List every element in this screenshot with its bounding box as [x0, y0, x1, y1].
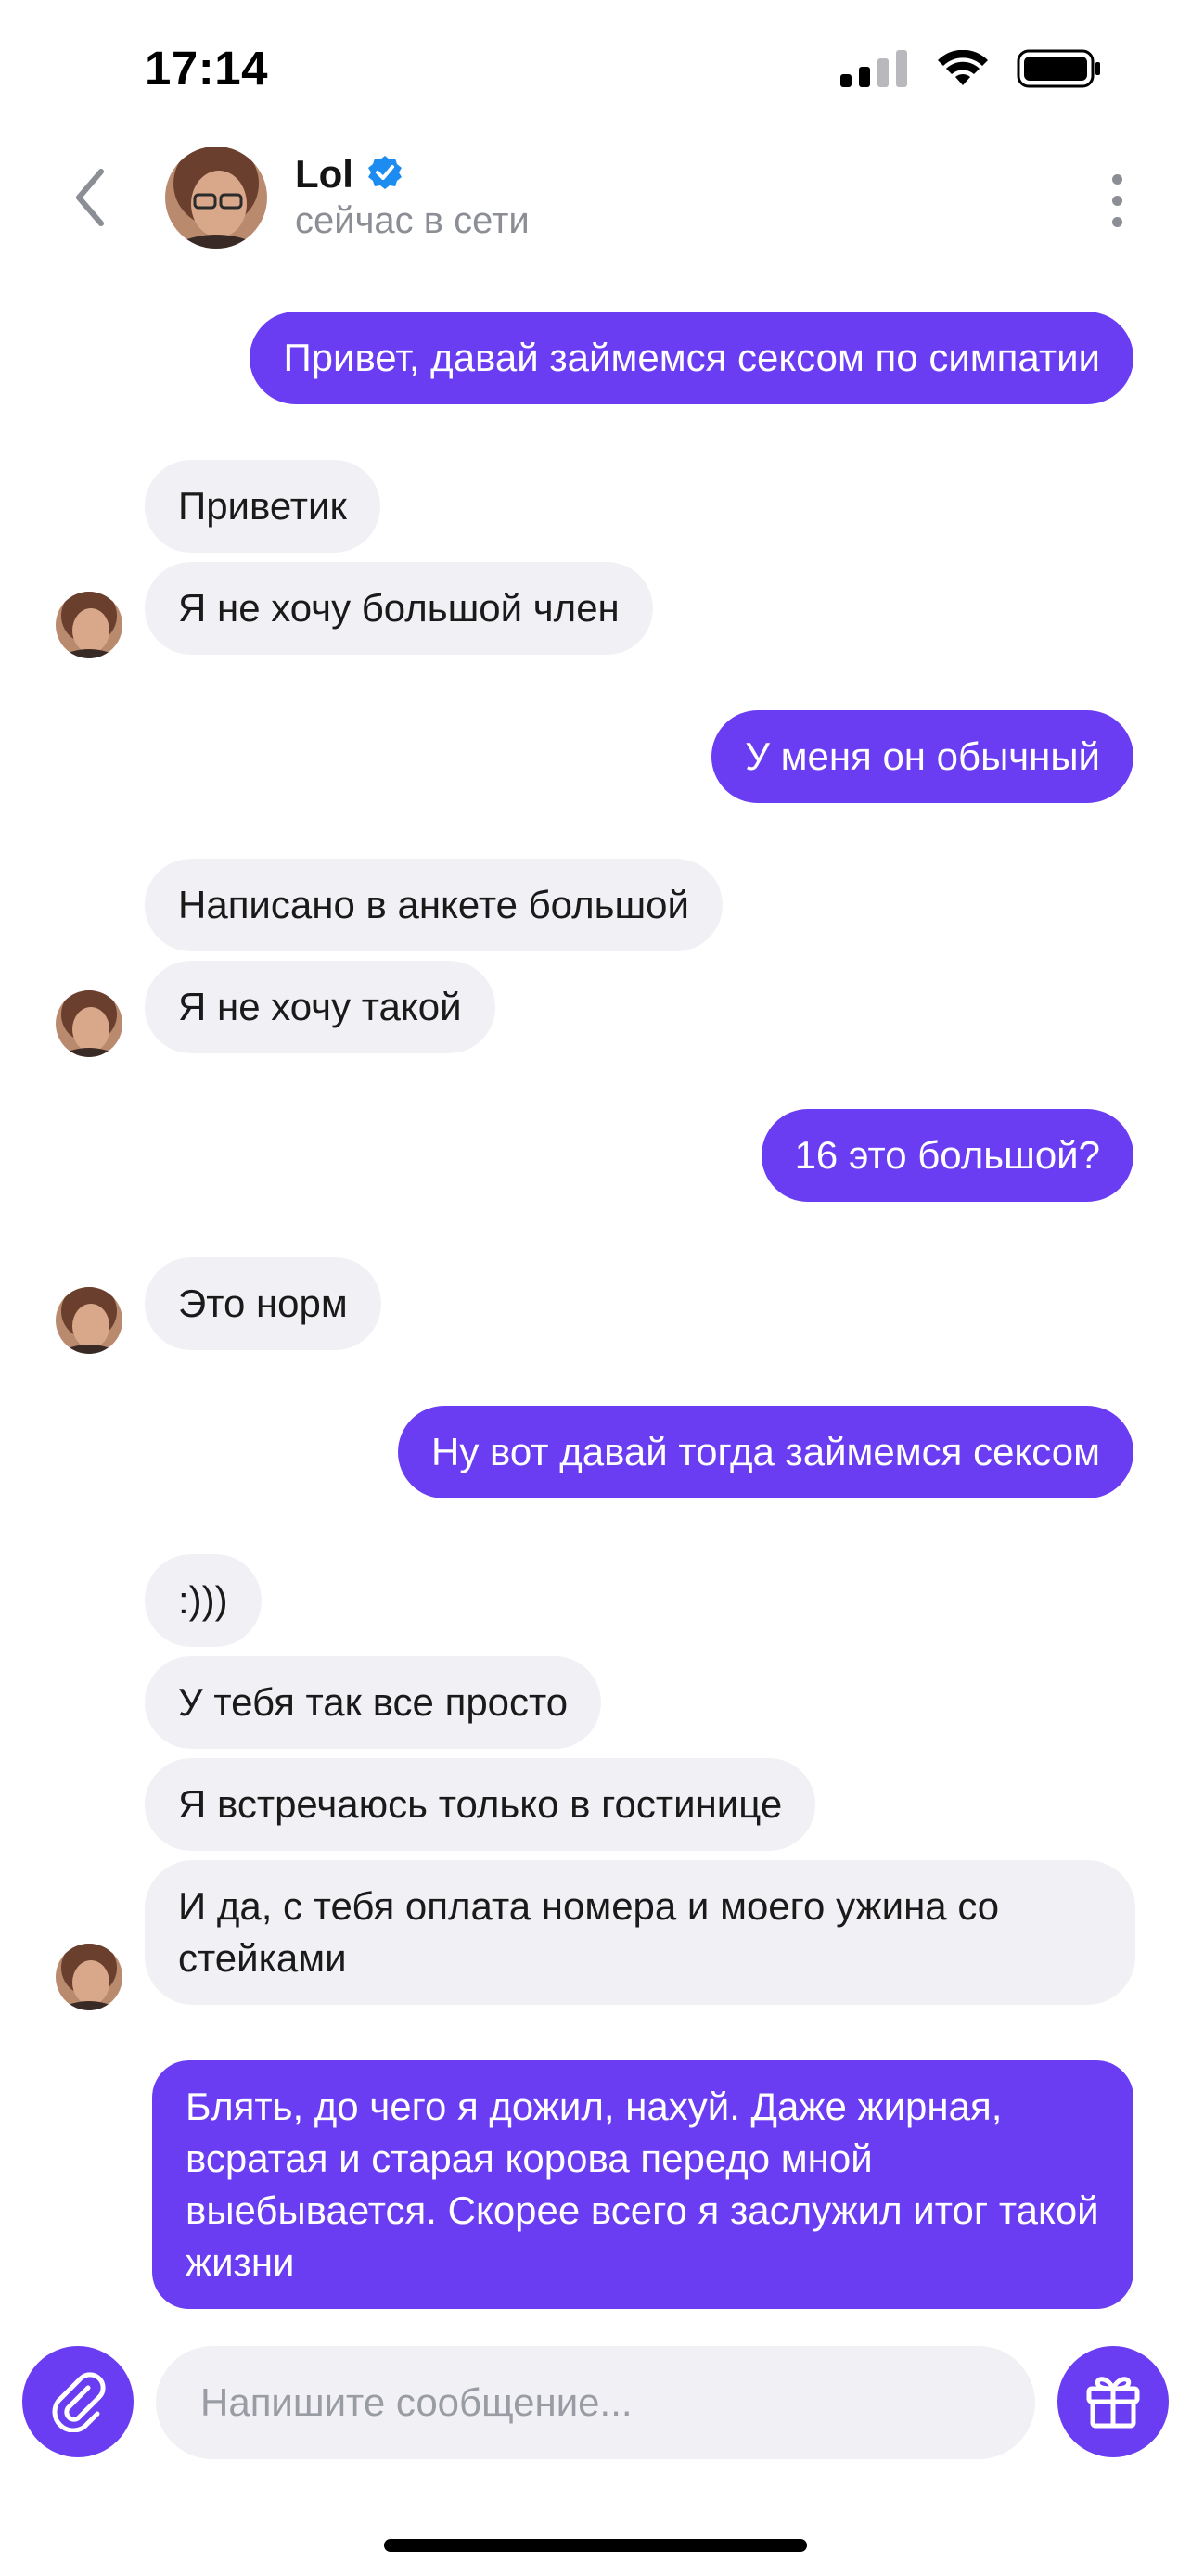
status-time: 17:14	[145, 42, 268, 95]
verified-badge-icon	[366, 154, 403, 196]
back-button[interactable]	[58, 167, 122, 232]
cellular-signal-icon	[840, 49, 909, 92]
contact-avatar[interactable]	[165, 147, 267, 249]
battery-icon	[1017, 49, 1102, 93]
message-outgoing[interactable]: 16 это большой?	[761, 1109, 1133, 1202]
more-dot	[1111, 195, 1122, 206]
chat-header: Lol сейчас в сети	[0, 139, 1191, 260]
status-bar: 17:14	[0, 0, 1191, 139]
message-outgoing[interactable]: Блять, до чего я дожил, нахуй. Даже жирн…	[152, 2060, 1133, 2309]
message-input[interactable]	[156, 2346, 1035, 2459]
more-options-button[interactable]	[1089, 163, 1145, 237]
contact-name: Lol	[295, 152, 353, 196]
message-incoming[interactable]: :)))	[145, 1554, 262, 1647]
message-incoming[interactable]: Я не хочу такой	[145, 961, 495, 1053]
gift-button[interactable]	[1057, 2346, 1169, 2457]
message-outgoing[interactable]: Ну вот давай тогда займемся сексом	[398, 1406, 1133, 1498]
sender-avatar	[56, 1287, 122, 1354]
message-outgoing[interactable]: У меня он обычный	[711, 710, 1133, 803]
contact-name-row[interactable]: Lol	[295, 152, 403, 197]
message-incoming[interactable]: У тебя так все просто	[145, 1656, 602, 1749]
wifi-icon	[937, 49, 989, 92]
sender-avatar	[56, 1944, 122, 2010]
more-vertical-icon	[1111, 173, 1122, 185]
gift-icon	[1082, 2368, 1145, 2436]
message-incoming[interactable]: Написано в анкете большой	[145, 859, 724, 951]
message-incoming[interactable]: Я не хочу большой член	[145, 562, 653, 655]
message-incoming[interactable]: Приветик	[145, 460, 380, 553]
status-icons	[840, 49, 1102, 92]
contact-status: сейчас в сети	[295, 200, 530, 241]
more-dot	[1111, 216, 1122, 227]
message-incoming[interactable]: Я встречаюсь только в гостинице	[145, 1758, 816, 1851]
attach-button[interactable]	[22, 2346, 134, 2457]
home-indicator[interactable]	[384, 2539, 807, 2552]
message-incoming[interactable]: И да, с тебя оплата номера и моего ужина…	[145, 1860, 1135, 2005]
sender-avatar	[56, 990, 122, 1057]
sender-avatar	[56, 592, 122, 658]
message-incoming[interactable]: Это норм	[145, 1257, 381, 1350]
chevron-left-icon	[71, 168, 109, 232]
paperclip-icon	[45, 2367, 110, 2437]
message-outgoing[interactable]: Привет, давай займемся сексом по симпати…	[250, 312, 1133, 404]
message-composer	[0, 2337, 1191, 2467]
